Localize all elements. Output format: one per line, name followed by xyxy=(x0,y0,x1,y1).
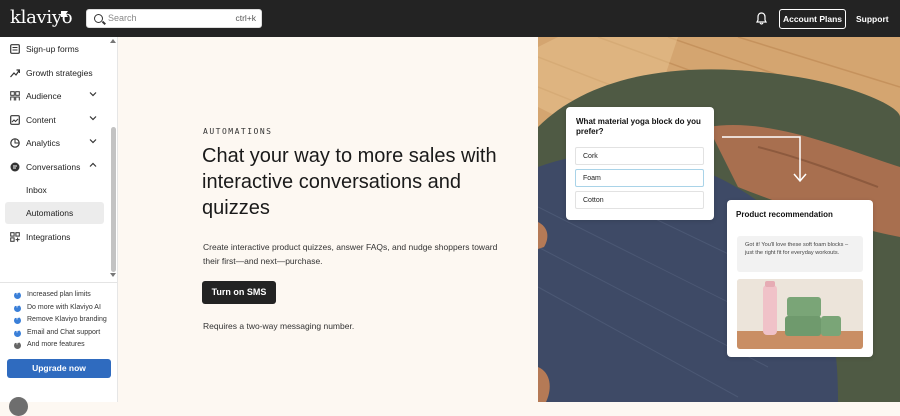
plus-icon xyxy=(14,340,21,349)
quiz-option-foam[interactable]: Foam xyxy=(575,169,704,187)
avatar[interactable] xyxy=(9,397,28,416)
scroll-down-arrow[interactable] xyxy=(110,273,116,277)
quiz-option-cork[interactable]: Cork xyxy=(575,147,704,165)
sidebar-item-label: Automations xyxy=(26,208,74,218)
flow-arrow-icon xyxy=(722,136,807,183)
page-title: Chat your way to more sales with interac… xyxy=(202,145,497,219)
plus-icon xyxy=(14,303,21,312)
sidebar-item-label: Growth strategies xyxy=(26,68,93,78)
plus-icon xyxy=(14,290,21,299)
search-input[interactable]: Search ctrl+k xyxy=(86,9,262,28)
search-shortcut: ctrl+k xyxy=(235,13,256,23)
recommendation-title: Product recommendation xyxy=(736,210,833,219)
sidebar: Sign-up forms Growth strategies Audience… xyxy=(0,37,118,416)
section-eyebrow: AUTOMATIONS xyxy=(203,127,273,136)
sidebar-item-label: Audience xyxy=(26,91,62,101)
sidebar-item-signup-forms[interactable]: Sign-up forms xyxy=(0,38,108,60)
sidebar-item-growth-strategies[interactable]: Growth strategies xyxy=(0,62,108,84)
chevron-down-icon xyxy=(89,139,97,144)
chevron-up-icon xyxy=(89,162,97,167)
search-placeholder: Search xyxy=(108,13,137,23)
sidebar-item-label: Content xyxy=(26,115,56,125)
chat-icon xyxy=(10,162,20,172)
chevron-down-icon xyxy=(89,92,97,97)
sidebar-item-label: Inbox xyxy=(26,185,47,195)
sidebar-item-content[interactable]: Content xyxy=(0,109,108,131)
sidebar-item-inbox[interactable]: Inbox xyxy=(5,179,104,201)
product-recommendation-card: Product recommendation Got it! You'll lo… xyxy=(727,200,873,357)
account-plans-button[interactable]: Account Plans xyxy=(779,9,846,29)
chevron-down-icon xyxy=(89,116,97,121)
sidebar-item-automations[interactable]: Automations xyxy=(5,202,104,224)
plus-icon xyxy=(14,328,21,337)
analytics-icon xyxy=(10,138,20,148)
main-content: AUTOMATIONS Chat your way to more sales … xyxy=(118,37,538,402)
quiz-card: What material yoga block do you prefer? … xyxy=(566,107,714,220)
divider xyxy=(0,282,117,283)
sidebar-item-integrations[interactable]: Integrations xyxy=(0,226,108,248)
form-icon xyxy=(10,44,20,54)
search-icon xyxy=(94,14,103,23)
product-image xyxy=(737,279,863,349)
requirement-note: Requires a two-way messaging number. xyxy=(203,321,355,331)
upgrade-now-button[interactable]: Upgrade now xyxy=(7,359,111,378)
quiz-option-cotton[interactable]: Cotton xyxy=(575,191,704,209)
top-bar: klaviyo Search ctrl+k Account Plans Supp… xyxy=(0,0,900,37)
plus-icon xyxy=(14,315,21,324)
turn-on-sms-button[interactable]: Turn on SMS xyxy=(202,281,276,304)
sidebar-item-audience[interactable]: Audience xyxy=(0,85,108,107)
sidebar-item-analytics[interactable]: Analytics xyxy=(0,132,108,154)
people-icon xyxy=(10,91,20,101)
support-link[interactable]: Support xyxy=(856,14,889,24)
sidebar-item-label: Integrations xyxy=(26,232,71,242)
page-description: Create interactive product quizzes, answ… xyxy=(203,242,498,266)
sidebar-scrollbar[interactable] xyxy=(111,127,116,272)
content-icon xyxy=(10,115,20,125)
scroll-up-arrow[interactable] xyxy=(110,39,116,43)
bell-icon[interactable] xyxy=(756,12,767,25)
chat-bubble: Got it! You'll love these soft foam bloc… xyxy=(737,236,863,272)
klaviyo-logo[interactable]: klaviyo xyxy=(10,7,73,28)
sidebar-item-label: Conversations xyxy=(26,162,81,172)
integrations-icon xyxy=(10,232,20,242)
sidebar-item-label: Analytics xyxy=(26,138,61,148)
sidebar-item-conversations[interactable]: Conversations xyxy=(0,156,108,178)
quiz-question: What material yoga block do you prefer? xyxy=(576,117,701,136)
trend-icon xyxy=(10,69,20,78)
sidebar-item-label: Sign-up forms xyxy=(26,44,79,54)
